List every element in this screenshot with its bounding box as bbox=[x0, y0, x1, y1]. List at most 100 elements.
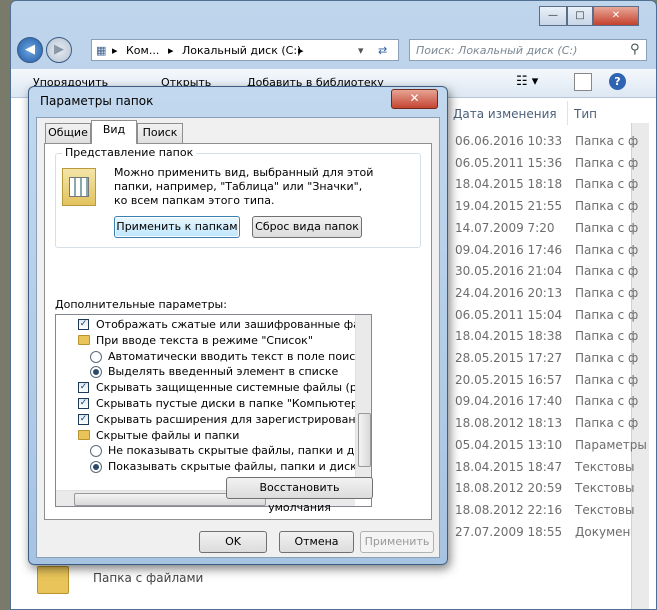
row-date: 18.04.2015 18:38 bbox=[455, 329, 563, 344]
radio-icon[interactable] bbox=[90, 461, 102, 474]
address-bar[interactable]: ▦ ▸ Ком... ▸ Локальный диск (C:) ▸ ▾ ⇄ bbox=[91, 39, 399, 61]
folder-icon bbox=[78, 334, 90, 345]
row-date: 18.04.2015 18:47 bbox=[455, 459, 563, 474]
preview-pane-icon[interactable] bbox=[574, 73, 592, 91]
row-type: Папка с ф bbox=[575, 416, 639, 431]
table-row[interactable]: 20.05.2015 16:57 Папка с ф bbox=[451, 370, 639, 392]
column-type[interactable]: Тип bbox=[574, 107, 597, 129]
forward-button[interactable]: ▶ bbox=[46, 37, 72, 63]
breadcrumb-local-disk[interactable]: Локальный диск (C:) bbox=[182, 44, 301, 57]
tree-scroll-thumb[interactable] bbox=[358, 413, 371, 467]
table-row[interactable]: 06.05.2011 15:36 Папка с ф bbox=[451, 153, 638, 175]
table-row[interactable]: 18.04.2015 18:47 Текстовы bbox=[451, 457, 636, 479]
table-row[interactable]: 18.04.2015 18:18 Папка с ф bbox=[451, 174, 639, 196]
tree-item-label: Скрывать расширения для зарегистрированн… bbox=[96, 412, 372, 426]
view-options-icon[interactable]: ☷ ▾ bbox=[516, 74, 538, 89]
row-date: 20.05.2015 16:57 bbox=[455, 372, 563, 387]
column-date-modified[interactable]: Дата изменения bbox=[453, 107, 557, 129]
address-dropdown-icon[interactable]: ▾ bbox=[358, 44, 364, 57]
row-date: 05.04.2015 13:10 bbox=[455, 437, 563, 452]
row-date: 18.04.2015 18:18 bbox=[455, 177, 563, 192]
apply-button[interactable]: Применить bbox=[360, 531, 434, 553]
row-type: Папка с ф bbox=[575, 177, 639, 192]
folder-views-legend: Представление папок bbox=[62, 146, 197, 159]
search-input[interactable]: Поиск: Локальный диск (C:) ⚲ bbox=[409, 39, 647, 61]
group-text-line: ко всем папкам этого типа. bbox=[114, 194, 275, 207]
help-icon[interactable]: ? bbox=[609, 73, 626, 90]
radio-icon[interactable] bbox=[90, 445, 102, 458]
row-date: 14.07.2009 7:20 bbox=[455, 220, 555, 235]
row-type: Папка с ф bbox=[575, 394, 639, 409]
reset-folders-button[interactable]: Сброс вида папок bbox=[252, 216, 362, 238]
row-type: Папка с ф bbox=[575, 329, 639, 344]
maximize-button[interactable]: □ bbox=[567, 6, 593, 26]
view-tab-page: Представление папок Можно применить вид,… bbox=[44, 143, 432, 520]
tree-item-label: Скрывать защищенные системные файлы (рек… bbox=[96, 381, 371, 395]
folder-view-icon bbox=[62, 168, 96, 206]
table-row[interactable]: 09.04.2016 17:46 Папка с ф bbox=[451, 240, 638, 262]
table-row[interactable]: 19.04.2015 21:55 Папка с ф bbox=[451, 196, 639, 218]
radio-icon[interactable] bbox=[90, 366, 102, 379]
table-row[interactable]: 24.04.2016 20:13 Папка с ф bbox=[451, 283, 639, 305]
breadcrumb-separator-icon: ▸ bbox=[112, 44, 118, 57]
minimize-button[interactable]: — bbox=[539, 6, 567, 26]
apply-to-folders-button[interactable]: Применить к папкам bbox=[114, 216, 240, 238]
table-row[interactable]: 18.08.2012 20:59 Текстовы bbox=[451, 478, 636, 500]
dialog-close-button[interactable]: ✕ bbox=[391, 89, 438, 109]
breadcrumb-computer[interactable]: Ком... bbox=[126, 44, 159, 57]
tab-general[interactable]: Общие bbox=[45, 123, 91, 143]
row-date: 30.05.2016 21:04 bbox=[455, 264, 563, 279]
table-row[interactable]: 18.08.2012 18:13 Папка с ф bbox=[451, 413, 639, 435]
row-date: 06.05.2011 15:04 bbox=[455, 307, 563, 322]
row-date: 18.08.2012 18:13 bbox=[455, 416, 563, 431]
table-row[interactable]: 06.05.2011 15:04 Папка с ф bbox=[451, 305, 639, 327]
row-type: Папка с ф bbox=[575, 285, 639, 300]
computer-icon: ▦ bbox=[96, 44, 107, 57]
row-type: Папка с ф bbox=[575, 372, 639, 387]
back-button[interactable]: ◀ bbox=[17, 37, 43, 63]
table-row[interactable]: 18.08.2012 22:16 Текстовы bbox=[451, 500, 636, 522]
table-row[interactable]: 09.04.2016 17:40 Папка с ф bbox=[451, 391, 639, 413]
tree-item-label: Автоматически вводить текст в поле поиск… bbox=[108, 349, 369, 363]
row-date: 09.04.2016 17:46 bbox=[455, 242, 563, 257]
row-type: Текстовы bbox=[575, 459, 635, 474]
checkbox-icon[interactable]: ✓ bbox=[78, 398, 89, 409]
tree-item-label: Выделять введенный элемент в списке bbox=[108, 365, 339, 379]
table-row[interactable]: 05.04.2015 13:10 Параметры bbox=[451, 435, 647, 457]
table-row[interactable]: 27.07.2009 18:55 Докумен bbox=[451, 522, 636, 544]
ok-button[interactable]: OK bbox=[199, 531, 267, 553]
row-type: Докумен bbox=[575, 524, 631, 539]
row-date: 27.07.2009 18:55 bbox=[455, 524, 563, 539]
table-row[interactable]: 28.05.2015 17:27 Папка с ф bbox=[451, 348, 638, 370]
tree-item-label: Скрывать пустые диски в папке "Компьютер… bbox=[96, 397, 363, 410]
row-date: 09.04.2016 17:40 bbox=[455, 394, 563, 409]
row-type: Папка с ф bbox=[575, 307, 639, 322]
dialog-title: Параметры папок bbox=[40, 94, 154, 108]
row-type: Папка с ф bbox=[575, 134, 639, 148]
refresh-icon[interactable]: ⇄ bbox=[378, 44, 387, 57]
table-row[interactable]: 14.07.2009 7:20 Папка с ф bbox=[451, 218, 639, 240]
tab-search[interactable]: Поиск bbox=[137, 123, 183, 143]
table-row[interactable]: 30.05.2016 21:04 Папка с ф bbox=[451, 261, 638, 283]
checkbox-icon[interactable]: ✓ bbox=[78, 413, 89, 425]
row-type: Папка с ф bbox=[575, 199, 639, 214]
column-divider bbox=[567, 101, 568, 125]
row-date: 28.05.2015 17:27 bbox=[455, 351, 563, 365]
tree-vertical-scrollbar[interactable] bbox=[355, 315, 371, 490]
checkbox-icon[interactable]: ✓ bbox=[78, 382, 89, 394]
close-icon[interactable]: ✕ bbox=[593, 6, 639, 26]
tab-view[interactable]: Вид bbox=[91, 120, 137, 144]
folder-icon bbox=[78, 429, 90, 440]
folder-icon bbox=[37, 566, 69, 594]
breadcrumb-separator-icon: ▸ bbox=[298, 44, 304, 57]
dialog-body: Общие Вид Поиск Представление папок Можн… bbox=[36, 117, 440, 558]
search-placeholder: Поиск: Локальный диск (C:) bbox=[416, 44, 578, 57]
row-type: Папка с ф bbox=[575, 220, 639, 235]
restore-defaults-button[interactable]: Восстановить умолчания bbox=[226, 477, 373, 514]
cancel-button[interactable]: Отмена bbox=[279, 531, 354, 553]
row-date: 24.04.2016 20:13 bbox=[455, 285, 563, 300]
radio-icon[interactable] bbox=[90, 350, 102, 363]
checkbox-icon[interactable]: ✓ bbox=[78, 319, 89, 330]
table-row[interactable]: 06.06.2016 10:33 Папка с ф bbox=[451, 131, 639, 153]
table-row[interactable]: 18.04.2015 18:38 Папка с ф bbox=[451, 326, 639, 348]
